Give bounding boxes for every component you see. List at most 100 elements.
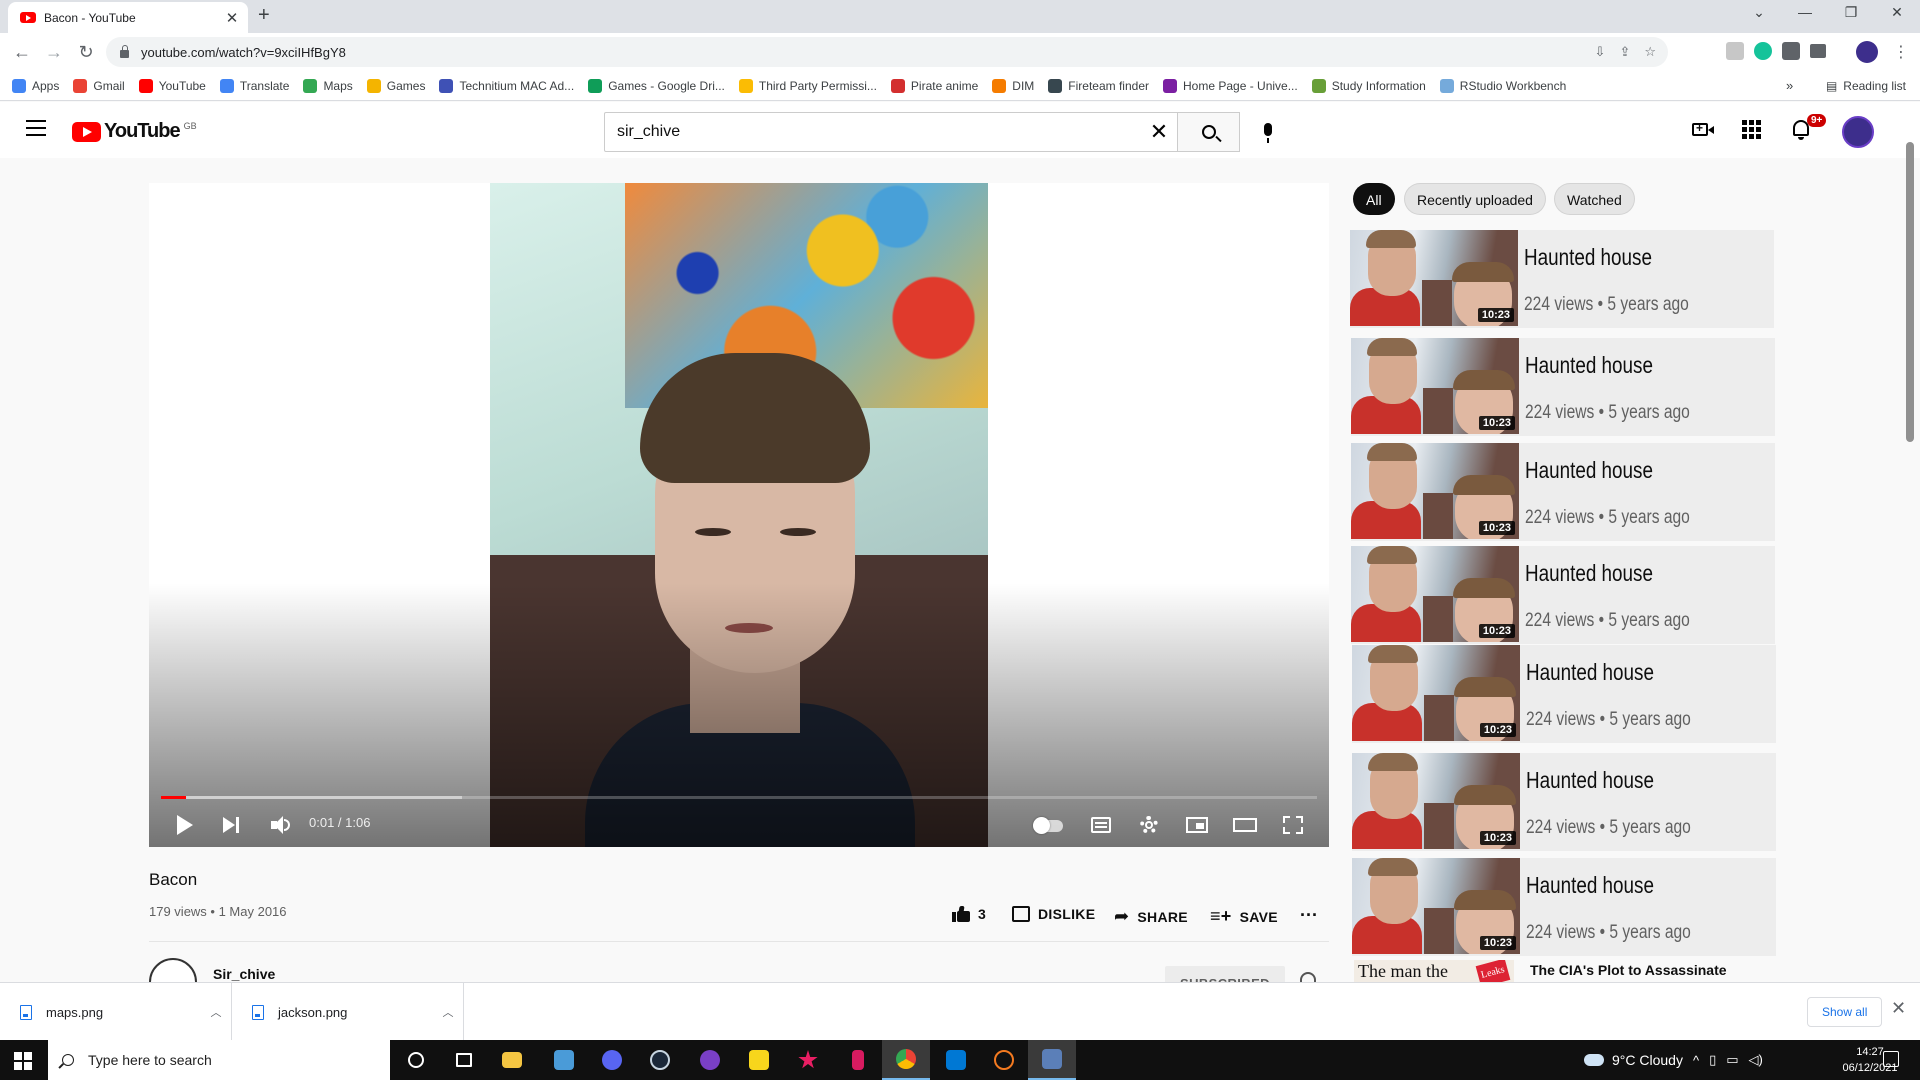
bookmark-apps[interactable]: Apps: [12, 78, 59, 93]
bookmark-home-page[interactable]: Home Page - Unive...: [1163, 78, 1298, 93]
show-all-downloads-button[interactable]: Show all: [1807, 997, 1883, 1027]
search-button[interactable]: [1177, 112, 1240, 152]
bookmark-technitium[interactable]: Technitium MAC Ad...: [439, 78, 574, 93]
progress-bar[interactable]: [161, 796, 1317, 799]
clear-search-icon[interactable]: ✕: [1141, 119, 1177, 145]
browser-profile-avatar[interactable]: [1856, 41, 1878, 63]
store-app-icon[interactable]: [932, 1040, 980, 1080]
tab-search-icon[interactable]: ⌄: [1736, 4, 1782, 21]
recommendation-title[interactable]: Haunted house: [1525, 560, 1653, 587]
video-thumbnail[interactable]: 10:23: [1350, 230, 1518, 326]
address-bar[interactable]: youtube.com/watch?v=9xciIHfBgY8 ⇩ ⇪ ☆: [106, 37, 1668, 67]
restore-button[interactable]: ❐: [1828, 4, 1874, 21]
meet-now-icon[interactable]: ▯: [1709, 1052, 1716, 1068]
download-item[interactable]: maps.png ︿: [0, 983, 232, 1041]
chip-recently-uploaded[interactable]: Recently uploaded: [1404, 183, 1546, 215]
microphone-icon[interactable]: [1256, 122, 1280, 146]
sticky-notes-icon[interactable]: [735, 1040, 783, 1080]
download-item[interactable]: jackson.png ︿: [232, 983, 464, 1041]
star-app-icon[interactable]: [784, 1040, 832, 1080]
chevron-up-icon[interactable]: ︿: [433, 1004, 463, 1020]
account-avatar[interactable]: [1842, 116, 1874, 148]
close-window-button[interactable]: ✕: [1874, 4, 1920, 21]
video-thumbnail[interactable]: 10:23: [1351, 546, 1519, 642]
bookmark-pirate-anime[interactable]: Pirate anime: [890, 78, 978, 93]
menu-icon[interactable]: [26, 120, 46, 141]
chrome-icon[interactable]: [882, 1040, 930, 1080]
app-purple-icon[interactable]: [686, 1040, 734, 1080]
bookmark-google-drive[interactable]: Games - Google Dri...: [588, 78, 725, 93]
app-orange-blue-icon[interactable]: [980, 1040, 1028, 1080]
discord-icon[interactable]: [588, 1040, 636, 1080]
chip-watched[interactable]: Watched: [1554, 183, 1635, 215]
extension-icon[interactable]: [1726, 42, 1744, 60]
recommendation-card[interactable]: 10:23 Haunted house 224 views • 5 years …: [1352, 645, 1776, 743]
notification-center-icon[interactable]: [1883, 1051, 1899, 1067]
share-page-icon[interactable]: ⇪: [1619, 44, 1630, 60]
recommendation-card[interactable]: 10:23 Haunted house 224 views • 5 years …: [1351, 338, 1775, 436]
recommendation-card[interactable]: 10:23 Haunted house 224 views • 5 years …: [1351, 546, 1775, 644]
recommendation-title[interactable]: Haunted house: [1525, 352, 1653, 379]
bookmark-games[interactable]: Games: [366, 78, 425, 93]
dislike-button[interactable]: DISLIKE: [1012, 906, 1095, 922]
bookmark-star-icon[interactable]: ☆: [1644, 44, 1656, 60]
next-video-icon[interactable]: [221, 813, 245, 837]
video-thumbnail[interactable]: The man the Leaks: [1354, 960, 1514, 982]
cortana-icon[interactable]: [392, 1040, 440, 1080]
back-icon[interactable]: ←: [10, 42, 34, 62]
play-icon[interactable]: [173, 813, 197, 837]
network-icon[interactable]: ▭: [1726, 1052, 1738, 1068]
search-input[interactable]: [617, 123, 1141, 141]
bookmark-gmail[interactable]: Gmail: [73, 78, 125, 93]
app-pink-icon[interactable]: [834, 1040, 882, 1080]
grammarly-icon[interactable]: [1754, 42, 1772, 60]
video-player[interactable]: 0:01 / 1:06: [149, 183, 1329, 847]
minimize-button[interactable]: —: [1782, 4, 1828, 20]
video-thumbnail[interactable]: 10:23: [1351, 338, 1519, 434]
volume-icon[interactable]: ◁): [1749, 1052, 1763, 1068]
recommendation-title[interactable]: Haunted house: [1525, 457, 1653, 484]
recommendation-title[interactable]: Haunted house: [1526, 872, 1654, 899]
reading-list-button[interactable]: ▤ Reading list: [1826, 71, 1906, 101]
windows-start-icon[interactable]: [14, 1052, 32, 1070]
recommendation-card[interactable]: 10:23 Haunted house 224 views • 5 years …: [1351, 443, 1775, 541]
steam-icon[interactable]: [636, 1040, 684, 1080]
recommendation-card[interactable]: 10:23 Haunted house 224 views • 5 years …: [1352, 858, 1776, 956]
recommendation-card[interactable]: 10:23 Haunted house 224 views • 5 years …: [1352, 753, 1776, 851]
theater-mode-icon[interactable]: [1233, 813, 1257, 837]
bookmark-third-party[interactable]: Third Party Permissi...: [738, 78, 877, 93]
channel-name[interactable]: Sir_chive: [213, 966, 275, 982]
bookmark-translate[interactable]: Translate: [219, 78, 289, 93]
recommendation-title[interactable]: Haunted house: [1526, 767, 1654, 794]
save-button[interactable]: ≡+ SAVE: [1210, 906, 1278, 927]
file-explorer-icon[interactable]: [488, 1040, 536, 1080]
bookmark-maps[interactable]: Maps: [303, 78, 353, 93]
bookmark-rstudio[interactable]: RStudio Workbench: [1439, 78, 1566, 93]
more-actions-icon[interactable]: ...: [1300, 900, 1318, 921]
weather-text[interactable]: 9°C Cloudy: [1612, 1052, 1683, 1068]
autoplay-toggle[interactable]: [1033, 813, 1065, 837]
share-button[interactable]: ➦ SHARE: [1114, 906, 1188, 927]
paint-app-icon[interactable]: [1028, 1040, 1076, 1080]
tab-close-icon[interactable]: ✕: [224, 9, 240, 27]
bookmarks-overflow-icon[interactable]: »: [1786, 78, 1793, 93]
bookmark-fireteam[interactable]: Fireteam finder: [1048, 78, 1149, 93]
fullscreen-icon[interactable]: [1281, 813, 1305, 837]
video-thumbnail[interactable]: 10:23: [1352, 858, 1520, 954]
create-video-icon[interactable]: [1691, 118, 1715, 142]
recommendation-title[interactable]: The CIA's Plot to Assassinate: [1530, 962, 1727, 978]
recommendation-card[interactable]: The man the Leaks The CIA's Plot to Assa…: [1354, 960, 1778, 982]
video-thumbnail[interactable]: 10:23: [1351, 443, 1519, 539]
media-controls-icon[interactable]: [1810, 44, 1826, 58]
recommendation-title[interactable]: Haunted house: [1526, 659, 1654, 686]
bookmark-study-info[interactable]: Study Information: [1311, 78, 1426, 93]
install-icon[interactable]: ⇩: [1595, 44, 1606, 60]
youtube-logo[interactable]: YouTube GB: [72, 120, 197, 143]
task-view-icon[interactable]: [440, 1040, 488, 1080]
chip-all[interactable]: All: [1353, 183, 1395, 215]
apps-grid-icon[interactable]: [1740, 118, 1764, 142]
volume-icon[interactable]: [269, 813, 293, 837]
reload-icon[interactable]: ↻: [74, 42, 98, 62]
settings-gear-icon[interactable]: [1137, 813, 1161, 837]
video-thumbnail[interactable]: 10:23: [1352, 645, 1520, 741]
